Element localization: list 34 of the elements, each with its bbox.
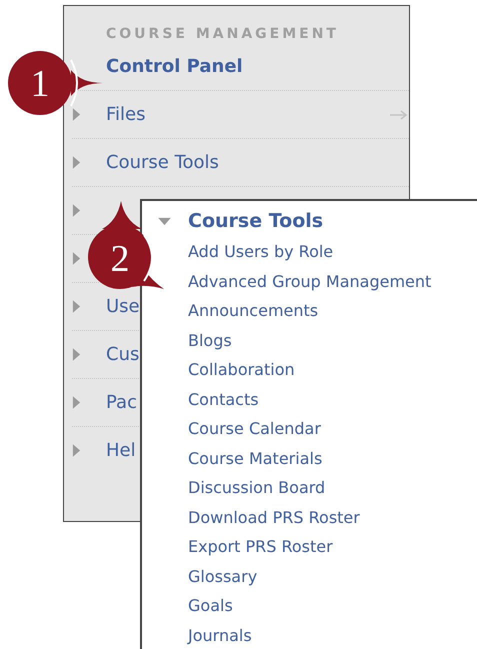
menu-link[interactable]: Control Panel xyxy=(106,56,243,77)
menu-link[interactable]: Pac xyxy=(106,392,137,413)
expand-triangle-icon[interactable] xyxy=(72,299,81,314)
expand-triangle-icon[interactable] xyxy=(72,251,81,266)
menu-link[interactable]: Use xyxy=(106,296,140,317)
expand-triangle-icon[interactable] xyxy=(72,155,81,170)
submenu-link[interactable]: Journals xyxy=(188,626,252,645)
submenu-title: Course Tools xyxy=(188,210,324,232)
expand-triangle-icon[interactable] xyxy=(72,443,81,458)
expand-triangle-icon[interactable] xyxy=(72,395,81,410)
collapse-triangle-icon[interactable] xyxy=(157,216,172,226)
menu-link[interactable]: Files xyxy=(106,104,146,125)
submenu-link[interactable]: Course Materials xyxy=(188,448,322,468)
submenu-link[interactable]: Download PRS Roster xyxy=(188,508,360,527)
menu-link[interactable]: Cus xyxy=(106,344,140,365)
section-heading: COURSE MANAGEMENT xyxy=(105,25,340,42)
step-callout: 2 xyxy=(82,199,172,299)
submenu-link[interactable]: Discussion Board xyxy=(188,478,326,498)
submenu-link[interactable]: Glossary xyxy=(188,566,258,586)
expand-triangle-icon[interactable] xyxy=(72,107,81,122)
submenu-link[interactable]: Advanced Group Management xyxy=(188,272,432,291)
submenu-link[interactable]: Collaboration xyxy=(188,360,295,380)
submenu-link[interactable]: Goals xyxy=(188,596,233,616)
submenu-link[interactable]: Announcements xyxy=(188,301,318,320)
submenu-link[interactable]: Add Users by Role xyxy=(188,242,334,262)
menu-link[interactable]: Hel xyxy=(106,440,136,461)
arrow-right-icon[interactable] xyxy=(389,110,409,120)
submenu-link[interactable]: Course Calendar xyxy=(188,419,321,438)
expand-triangle-icon[interactable] xyxy=(72,347,81,362)
submenu-link[interactable]: Blogs xyxy=(188,330,232,350)
submenu-link[interactable]: Contacts xyxy=(188,390,259,409)
menu-link[interactable]: Course Tools xyxy=(106,152,219,173)
submenu-link[interactable]: Export PRS Roster xyxy=(188,537,333,556)
expand-triangle-icon[interactable] xyxy=(72,203,81,218)
